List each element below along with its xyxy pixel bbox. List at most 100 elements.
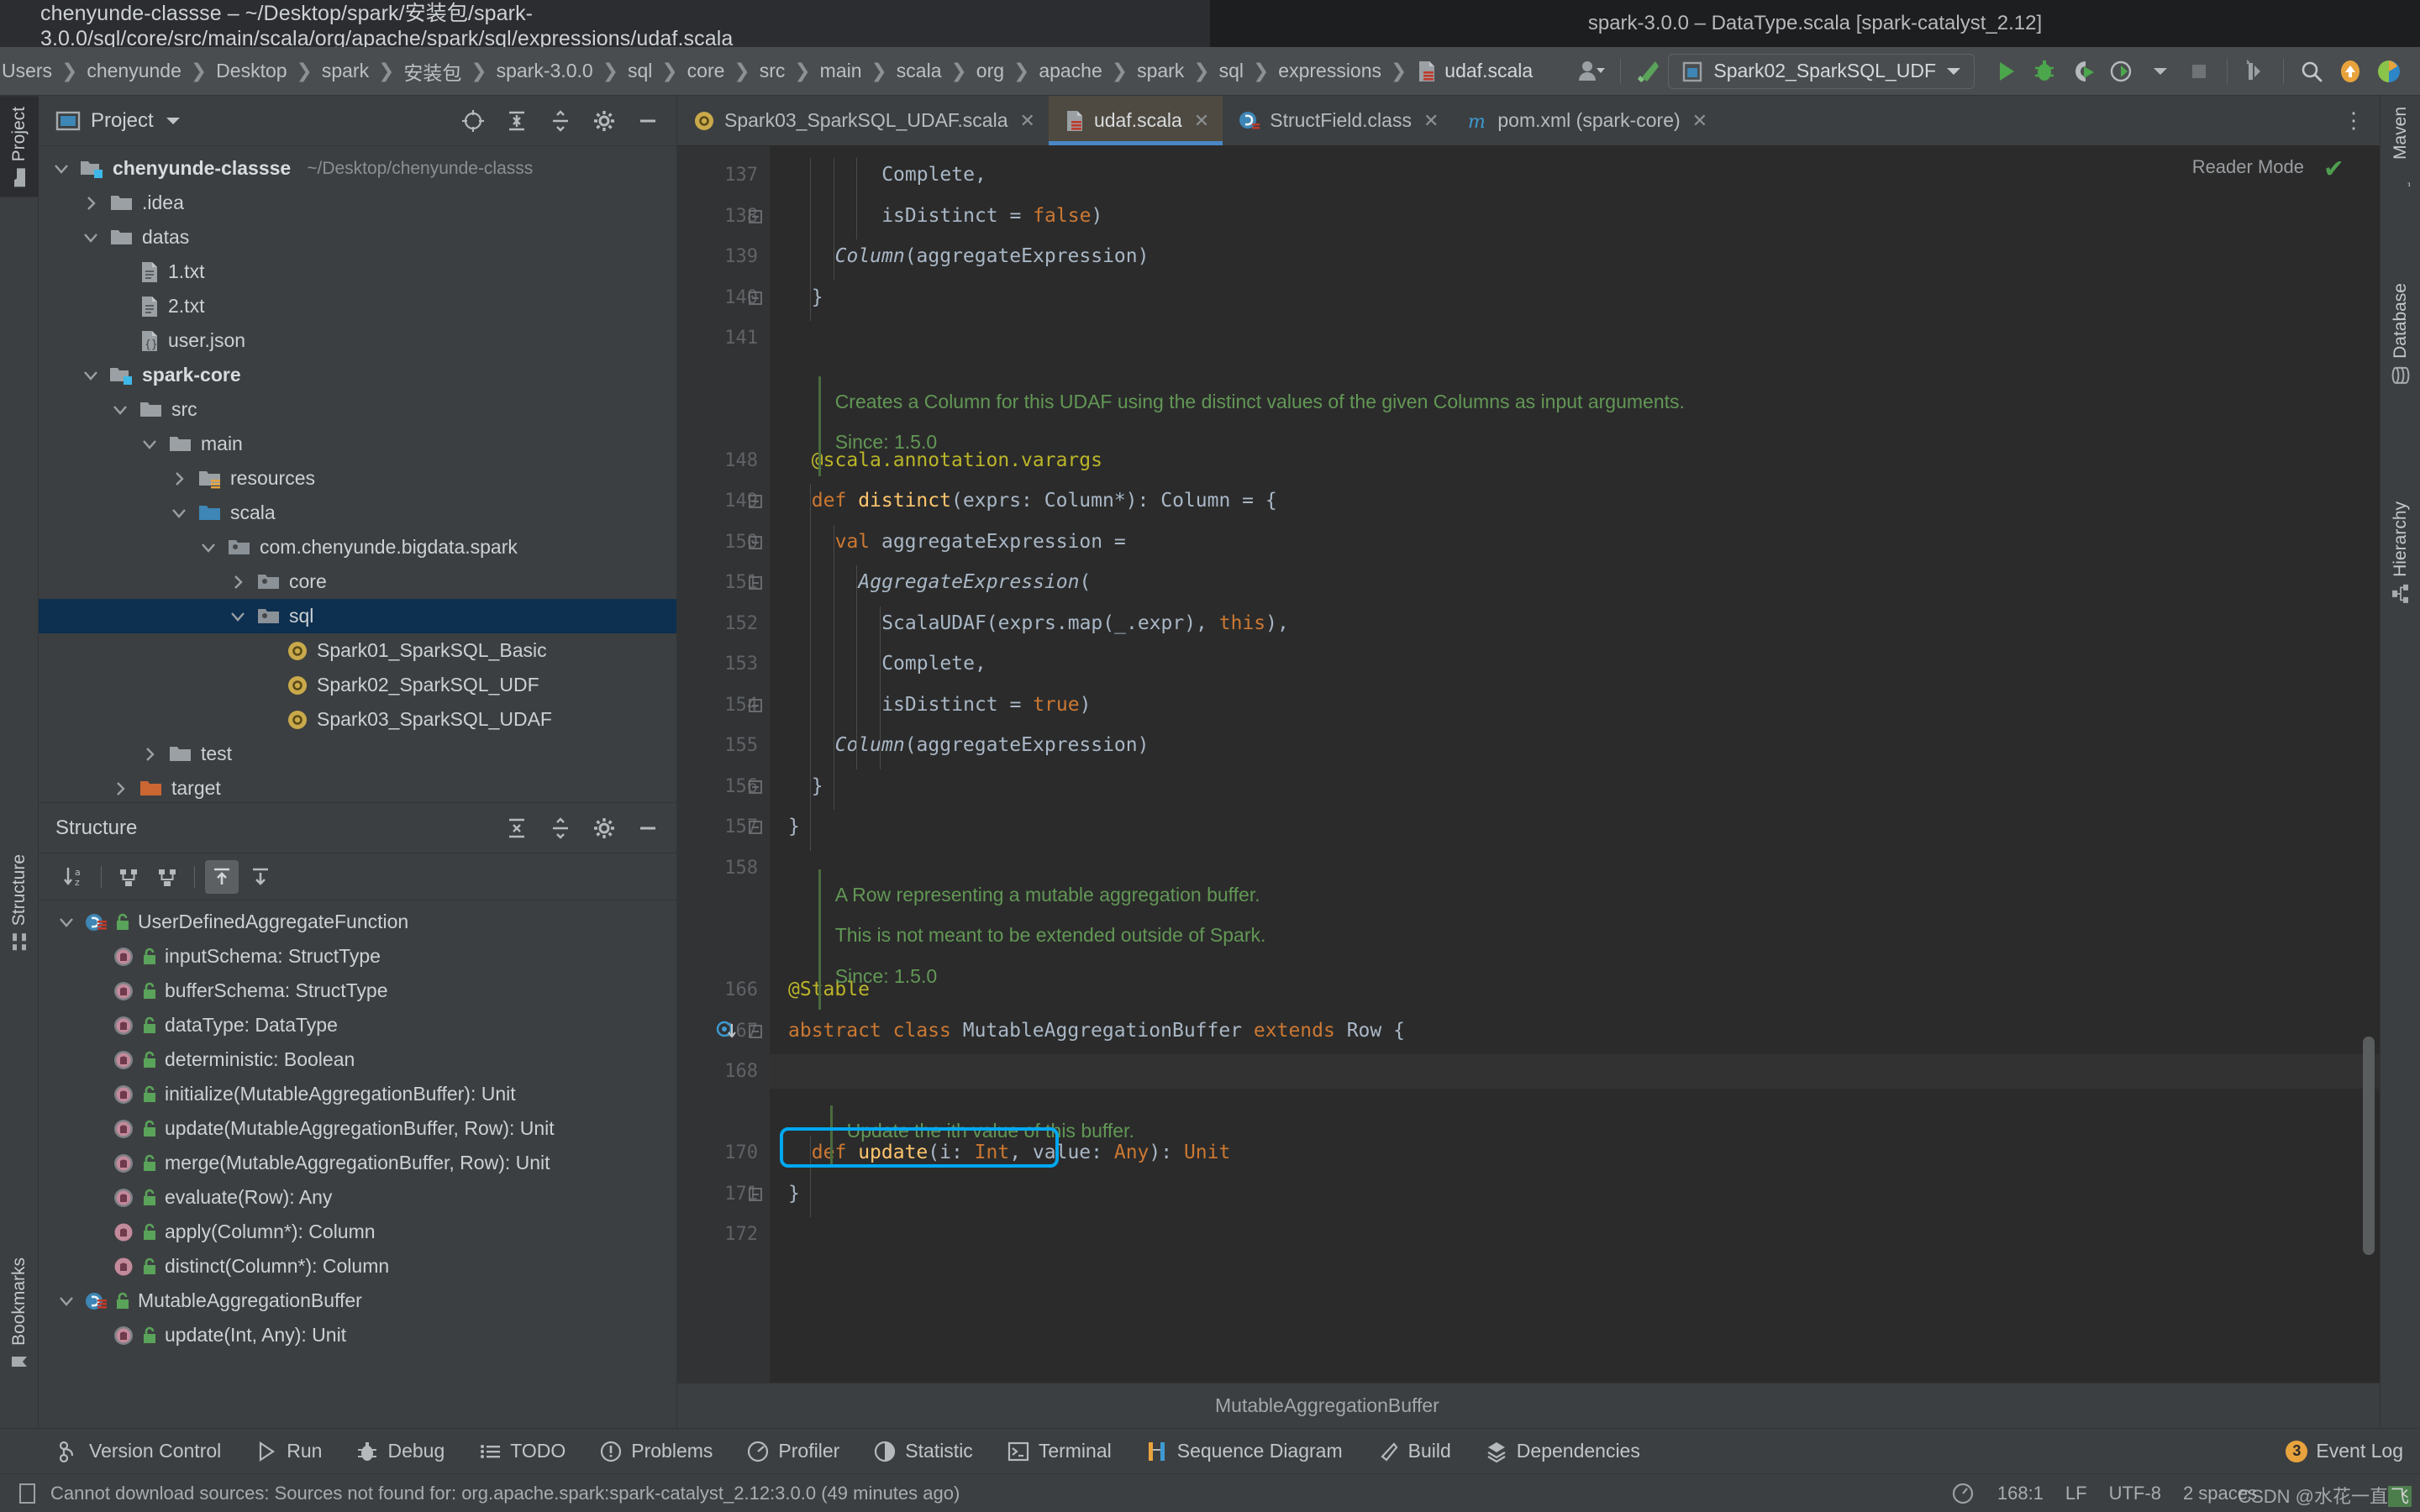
code-folding-marker[interactable] (746, 289, 765, 307)
breadcrumb-item-3[interactable]: spark (320, 60, 371, 82)
close-icon[interactable]: ✕ (1423, 110, 1439, 132)
code-line[interactable]: AggregateExpression( (770, 565, 1091, 600)
code-folding-marker[interactable] (746, 492, 765, 511)
file-encoding[interactable]: UTF-8 (2109, 1483, 2161, 1504)
code-folding-marker[interactable] (746, 696, 765, 715)
stop-icon[interactable] (2180, 52, 2218, 91)
code-editor[interactable]: Reader Mode ✔ 137 138 139 140 141 148 149 150 15… (677, 146, 2380, 1428)
tree-arrow[interactable] (227, 611, 249, 622)
tree-arrow[interactable] (139, 746, 160, 763)
breadcrumb-item-11[interactable]: org (975, 60, 1006, 82)
chevron-down-icon[interactable] (229, 611, 246, 622)
editor-tab[interactable]: m pom.xml (spark-core) ✕ (1452, 96, 1721, 145)
bottom-tool-sequence-diagram[interactable]: Sequence Diagram (1128, 1440, 1360, 1463)
sidebar-item-project[interactable]: Project (0, 96, 39, 197)
breadcrumb-item-10[interactable]: scala (895, 60, 944, 82)
run-icon[interactable] (1986, 52, 2025, 91)
code-line[interactable] (770, 1217, 788, 1252)
breadcrumb-item-0[interactable]: Users (2, 60, 54, 82)
project-tree-item[interactable]: sql (39, 599, 676, 633)
close-icon[interactable]: ✕ (1692, 110, 1707, 132)
structure-list-item[interactable]: MutableAggregationBuffer (39, 1284, 676, 1318)
bottom-tool-profiler[interactable]: Profiler (729, 1440, 856, 1463)
chevron-down-icon[interactable] (2141, 52, 2180, 91)
chevron-down-icon[interactable] (58, 1295, 75, 1307)
chevron-down-icon[interactable] (82, 370, 99, 381)
user-avatar-icon[interactable] (1573, 52, 1612, 91)
sidebar-item-database[interactable]: Database (2381, 272, 2420, 396)
project-tree-item[interactable]: test (39, 737, 676, 771)
chevron-right-icon[interactable] (173, 470, 185, 487)
collapse-all-icon[interactable] (544, 104, 577, 138)
code-line[interactable]: isDistinct = false) (770, 199, 1102, 234)
code-line[interactable]: Column(aggregateExpression) (770, 239, 1150, 274)
project-tree[interactable]: chenyunde-classse ~/Desktop/chenyunde-cla… (39, 146, 676, 802)
structure-list-item[interactable]: update(MutableAggregationBuffer, Row): U… (39, 1111, 676, 1146)
tree-arrow[interactable] (227, 574, 249, 591)
breadcrumb-item-13[interactable]: spark (1135, 60, 1186, 82)
code-line[interactable]: } (770, 810, 800, 844)
project-tree-item[interactable]: spark-core (39, 358, 676, 392)
gear-icon[interactable] (587, 104, 621, 138)
tree-arrow[interactable] (55, 916, 77, 928)
project-tree-item[interactable]: Spark02_SparkSQL_UDF (39, 668, 676, 702)
editor-code-pane[interactable]: Complete, isDistinct = false) Column(aggre… (770, 146, 2380, 1428)
collapse-all-icon-3[interactable] (150, 860, 184, 894)
code-line[interactable] (770, 321, 788, 355)
breadcrumb-item-14[interactable]: sql (1218, 60, 1245, 82)
sidebar-item-hierarchy[interactable]: Hierarchy (2381, 491, 2420, 614)
expand-all-icon[interactable] (500, 104, 534, 138)
structure-list-item[interactable]: bufferSchema: StructType (39, 974, 676, 1008)
chevron-right-icon[interactable] (232, 574, 244, 591)
code-line[interactable]: ScalaUDAF(exprs.map(_.expr), this), (770, 606, 1289, 641)
inspections-ok-icon[interactable]: ✔ (2323, 155, 2344, 184)
breadcrumb-item-15[interactable]: expressions (1276, 60, 1383, 82)
tree-arrow[interactable] (168, 507, 190, 519)
breadcrumb-item-8[interactable]: src (758, 60, 787, 82)
caret-position[interactable]: 168:1 (1997, 1483, 2044, 1504)
breadcrumb-item-7[interactable]: core (686, 60, 727, 82)
bottom-tool-debug[interactable]: Debug (339, 1440, 461, 1463)
scroll-from-source-icon[interactable] (205, 859, 239, 894)
tree-arrow[interactable] (55, 1295, 77, 1307)
tree-arrow[interactable] (197, 542, 219, 554)
profile-icon[interactable] (2102, 52, 2141, 91)
breadcrumb-item-6[interactable]: sql (626, 60, 654, 82)
structure-list-item[interactable]: UserDefinedAggregateFunction (39, 905, 676, 939)
structure-list-item[interactable]: deterministic: Boolean (39, 1042, 676, 1077)
structure-list-item[interactable]: dataType: DataType (39, 1008, 676, 1042)
run-with-coverage-icon[interactable] (2064, 52, 2102, 91)
code-line[interactable] (770, 851, 788, 885)
code-line[interactable]: } (770, 1177, 800, 1211)
bottom-tool-terminal[interactable]: Terminal (990, 1440, 1128, 1463)
chevron-down-icon[interactable] (53, 163, 70, 175)
chevron-down-icon[interactable] (171, 507, 187, 519)
code-folding-marker[interactable] (746, 533, 765, 552)
tree-arrow[interactable] (80, 232, 102, 244)
update-project-icon[interactable] (2236, 52, 2275, 91)
code-line[interactable]: def distinct(exprs: Column*): Column = { (770, 484, 1277, 518)
code-line[interactable]: Complete, (770, 647, 986, 681)
breadcrumb-item-1[interactable]: chenyunde (85, 60, 183, 82)
sidebar-item-bookmarks[interactable]: Bookmarks (0, 1247, 39, 1381)
structure-list-item[interactable]: apply(Column*): Column (39, 1215, 676, 1249)
sidebar-item-structure[interactable]: Structure (0, 843, 39, 961)
structure-list-item[interactable]: distinct(Column*): Column (39, 1249, 676, 1284)
status-message[interactable]: Cannot download sources: Sources not fou… (17, 1482, 976, 1505)
chevron-down-icon[interactable] (82, 232, 99, 244)
code-line[interactable]: abstract class MutableAggregationBuffer … (770, 1014, 1405, 1048)
code-folding-marker[interactable] (746, 574, 765, 592)
project-tree-item[interactable]: resources (39, 461, 676, 496)
project-tree-item[interactable]: .idea (39, 186, 676, 220)
scroll-to-source-icon[interactable] (244, 860, 277, 894)
bottom-tool-run[interactable]: Run (238, 1440, 339, 1463)
bottom-tool-version-control[interactable]: Version Control (40, 1440, 238, 1463)
idea-feedback-icon[interactable] (2370, 52, 2408, 91)
project-tree-item[interactable]: chenyunde-classse ~/Desktop/chenyunde-cla… (39, 151, 676, 186)
bottom-tool-dependencies[interactable]: Dependencies (1468, 1440, 1657, 1463)
editor-tab[interactable]: Spark03_SparkSQL_UDAF.scala ✕ (677, 96, 1049, 145)
project-tree-item[interactable]: scala (39, 496, 676, 530)
breadcrumb-item-4[interactable]: 安装包 (402, 57, 463, 86)
code-folding-marker[interactable] (746, 1022, 765, 1041)
editor-options-icon[interactable]: ⋮ (2328, 96, 2380, 145)
